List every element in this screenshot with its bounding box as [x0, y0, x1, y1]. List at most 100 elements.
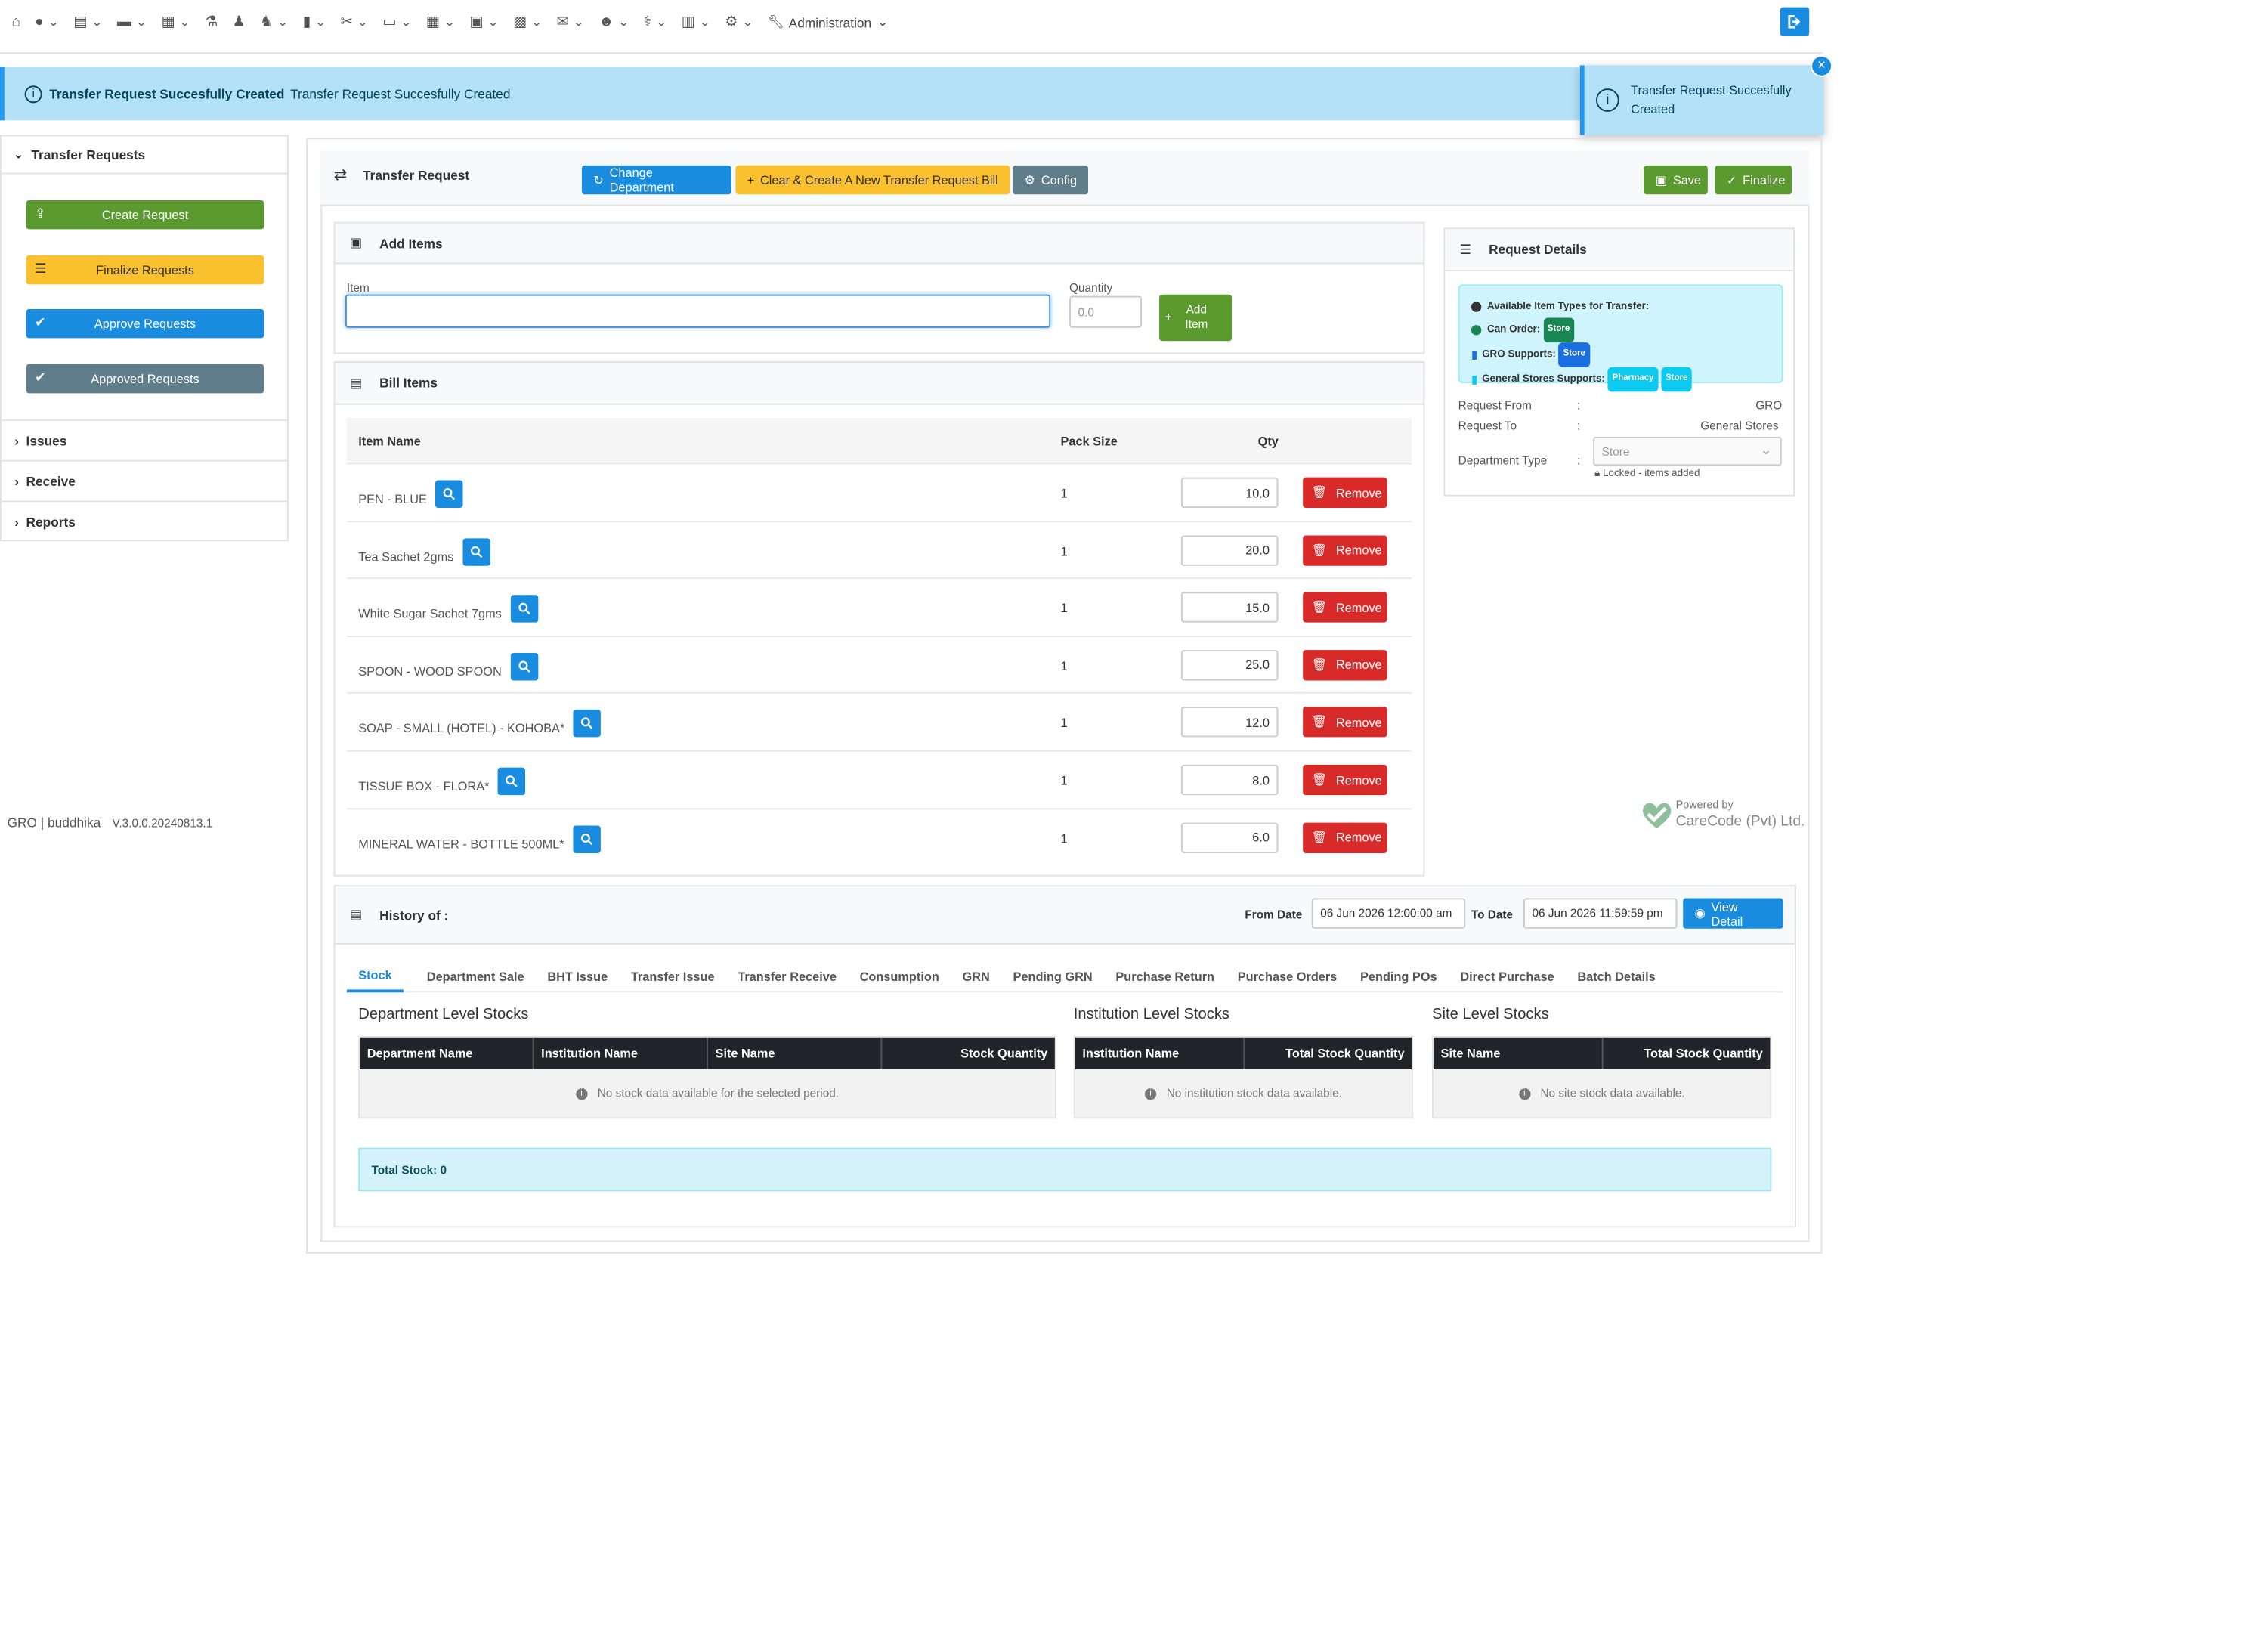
chevron-down-icon: ⌄: [699, 14, 711, 29]
item-lookup-button[interactable]: [510, 595, 538, 623]
add-item-button[interactable]: + Add Item: [1159, 294, 1233, 342]
tab-purchase-orders[interactable]: Purchase Orders: [1238, 959, 1338, 992]
quantity-input[interactable]: 0.0: [1069, 295, 1143, 328]
item-lookup-button[interactable]: [573, 824, 601, 853]
config-button[interactable]: ⚙ Config: [1013, 165, 1088, 195]
sync-icon: ↻: [593, 172, 604, 187]
tab-purchase-return[interactable]: Purchase Return: [1115, 959, 1214, 992]
remove-button[interactable]: 🗑︎ Remove: [1303, 592, 1387, 623]
warehouse-icon: ▮: [1471, 373, 1478, 386]
nav-menu-flask[interactable]: ⚗: [205, 14, 218, 30]
column-header: Site Name: [708, 1037, 883, 1070]
chevron-right-icon: ›: [14, 433, 19, 448]
tab-pending-pos[interactable]: Pending POs: [1360, 959, 1437, 992]
logout-button[interactable]: [1780, 7, 1810, 37]
clear-create-button[interactable]: + Clear & Create A New Transfer Request B…: [735, 165, 1010, 195]
nav-menu-bed[interactable]: ▬ ⌄: [117, 14, 147, 30]
nav-menu-stethoscope[interactable]: ⚕ ⌄: [644, 14, 667, 30]
administration-menu[interactable]: 🔧︎ Administration ⌄: [768, 14, 888, 30]
tab-grn[interactable]: GRN: [963, 959, 990, 992]
separator: :: [1577, 419, 1581, 433]
nav-menu-box-open[interactable]: ▣ ⌄: [469, 14, 498, 30]
tab-bht-issue[interactable]: BHT Issue: [547, 959, 608, 992]
button-label: Remove: [1335, 657, 1382, 673]
nav-menu-envelope[interactable]: ✉ ⌄: [557, 14, 584, 30]
person-chair-icon: ♞: [259, 14, 274, 31]
tab-transfer-issue[interactable]: Transfer Issue: [631, 959, 715, 992]
nav-menu-user[interactable]: ● ⌄: [35, 14, 59, 30]
pharmacy-badge: Pharmacy: [1607, 367, 1659, 392]
table-row: Tea Sachet 2gms 1 20.0 🗑︎ Remove: [346, 520, 1412, 579]
remove-button[interactable]: 🗑︎ Remove: [1303, 764, 1387, 796]
chevron-down-icon: ⌄: [487, 14, 499, 29]
qty-input[interactable]: 20.0: [1180, 534, 1279, 566]
finalize-requests-button[interactable]: ☰ Finalize Requests: [26, 255, 264, 285]
qty-input[interactable]: 10.0: [1180, 477, 1279, 508]
tab-stock[interactable]: Stock: [346, 959, 404, 993]
item-lookup-button[interactable]: [497, 767, 526, 796]
nav-menu-user-doctor[interactable]: ♟: [233, 14, 246, 30]
nav-menu-chart[interactable]: ▥ ⌄: [682, 14, 710, 30]
item-lookup-button[interactable]: [510, 652, 538, 681]
chevron-down-icon: ⌄: [877, 14, 889, 29]
sidebar-section-transfer-requests[interactable]: ⌄ Transfer Requests: [1, 136, 288, 175]
nav-menu-calendar[interactable]: ▦ ⌄: [426, 14, 455, 30]
remove-button[interactable]: 🗑︎ Remove: [1303, 707, 1387, 738]
item-name-text: White Sugar Sachet 7gms: [358, 606, 502, 621]
item-search-input[interactable]: [345, 294, 1051, 328]
save-button[interactable]: ▣ Save: [1644, 165, 1708, 195]
sidebar-section-reports[interactable]: › Reports: [1, 500, 288, 541]
nav-menu-pill-bottle[interactable]: ▮ ⌄: [303, 14, 326, 30]
button-label: Create Request: [101, 207, 189, 222]
nav-menu-users[interactable]: ☻ ⌄: [598, 14, 629, 30]
table-header: Site Name Total Stock Quantity: [1433, 1037, 1771, 1070]
finalize-button[interactable]: ✓ Finalize: [1715, 165, 1792, 195]
nav-menu-archive-box[interactable]: ▭ ⌄: [382, 14, 411, 30]
nav-menu-id-card[interactable]: ▤ ⌄: [73, 14, 102, 30]
tab-batch-details[interactable]: Batch Details: [1577, 959, 1655, 992]
nav-menu-scissors[interactable]: ✂ ⌄: [341, 14, 368, 30]
tab-consumption[interactable]: Consumption: [860, 959, 939, 992]
nav-menu-money[interactable]: ▩ ⌄: [513, 14, 542, 30]
bed-icon: ▬: [116, 14, 132, 31]
tab-transfer-receive[interactable]: Transfer Receive: [738, 959, 837, 992]
button-label: Clear & Create A New Transfer Request Bi…: [760, 172, 998, 187]
remove-button[interactable]: 🗑︎ Remove: [1303, 477, 1387, 508]
qty-input[interactable]: 15.0: [1180, 592, 1279, 623]
column-header: Department Name: [360, 1037, 534, 1070]
info-circle-icon: [1471, 302, 1482, 312]
create-request-button[interactable]: ⇪ Create Request: [26, 200, 264, 230]
from-date-input[interactable]: 06 Jun 2026 12:00:00 am: [1311, 898, 1466, 929]
view-detail-button[interactable]: ◉ View Detail: [1683, 898, 1783, 929]
empty-row: i No institution stock data available.: [1075, 1069, 1412, 1118]
column-header: Institution Name: [1075, 1037, 1245, 1070]
qty-input[interactable]: 25.0: [1180, 649, 1279, 681]
item-lookup-button[interactable]: [573, 710, 602, 738]
approve-requests-button[interactable]: ✔ Approve Requests: [26, 308, 264, 339]
item-lookup-button[interactable]: [462, 537, 490, 566]
trash-icon: 🗑︎: [1311, 772, 1328, 787]
remove-button[interactable]: 🗑︎ Remove: [1303, 649, 1387, 681]
qty-input[interactable]: 12.0: [1180, 707, 1279, 738]
nav-menu-gear[interactable]: ⚙ ⌄: [725, 14, 753, 30]
tab-pending-grn[interactable]: Pending GRN: [1013, 959, 1093, 992]
sidebar-section-receive[interactable]: › Receive: [1, 459, 288, 501]
toast-close-button[interactable]: ×: [1811, 54, 1833, 77]
qty-input[interactable]: 6.0: [1180, 821, 1279, 853]
qty-input[interactable]: 8.0: [1180, 764, 1279, 796]
department-type-select[interactable]: Store ⌄: [1593, 436, 1782, 466]
nav-menu-building[interactable]: ▦ ⌄: [161, 14, 190, 30]
item-lookup-button[interactable]: [435, 480, 463, 508]
remove-button[interactable]: 🗑︎ Remove: [1303, 821, 1387, 853]
change-department-button[interactable]: ↻ Change Department: [581, 165, 731, 195]
to-date-input[interactable]: 06 Jun 2026 11:59:59 pm: [1523, 898, 1678, 929]
approved-requests-button[interactable]: ✔ Approved Requests: [26, 364, 264, 394]
sidebar-section-issues[interactable]: › Issues: [1, 419, 288, 460]
page-title: Transfer Request: [363, 168, 470, 183]
tab-direct-purchase[interactable]: Direct Purchase: [1460, 959, 1554, 992]
remove-button[interactable]: 🗑︎ Remove: [1303, 534, 1387, 566]
nav-menu-home[interactable]: ⌂: [11, 14, 20, 30]
tab-department-sale[interactable]: Department Sale: [427, 959, 524, 992]
nav-menu-person-chair[interactable]: ♞ ⌄: [260, 14, 288, 30]
trash-icon: 🗑︎: [1311, 542, 1328, 557]
